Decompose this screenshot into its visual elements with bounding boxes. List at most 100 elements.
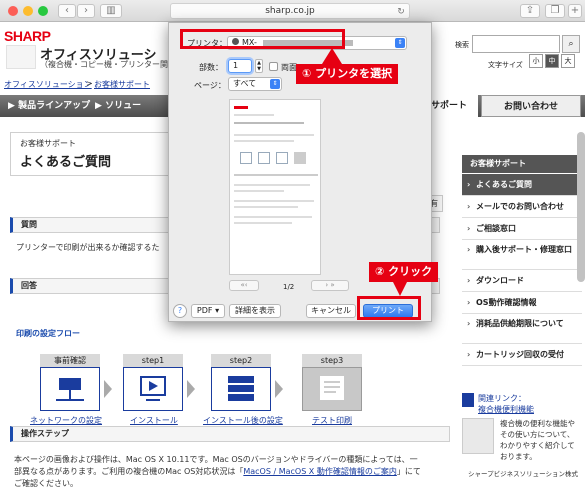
duplex-label: 両面 — [281, 63, 297, 72]
chevron-down-icon: ▾ — [215, 306, 220, 315]
pdf-menu-button[interactable]: PDF ▾ — [191, 304, 225, 318]
step-arrow-icon — [187, 380, 195, 398]
chevron-left-icon: ‹ — [65, 5, 69, 16]
preview-logo — [234, 106, 248, 109]
copies-stepper[interactable]: ▲ ▼ — [255, 59, 263, 73]
font-size-medium-button[interactable]: 中 — [545, 54, 559, 68]
macos-support-link[interactable]: MacOS / MacOS X 動作確認情報のご案内 — [243, 467, 397, 476]
ops-text-line1: 本ページの画像および操作は、Mac OS X 10.11です。Mac OSのバー… — [14, 455, 418, 464]
sidebar-item-os-info[interactable]: OS動作確認情報 — [462, 292, 582, 314]
test-print-step[interactable] — [302, 367, 362, 411]
sidebar-footer: シャープビジネスソリューション株式 — [468, 470, 578, 478]
sidebar-item-consult[interactable]: ご相談窓口 — [462, 218, 582, 240]
sidebar-item-faq[interactable]: よくあるご質問 — [462, 174, 582, 196]
question-text: プリンターで印刷が出来るか確認するた — [16, 243, 160, 252]
pages-select-value: すべて — [233, 79, 257, 88]
ops-text-line3: ご確認ください。 — [14, 479, 78, 488]
nav-contact-tab[interactable]: お問い合わせ — [481, 95, 581, 117]
forward-button[interactable]: › — [77, 4, 95, 18]
sidebar-header-label: お客様サポート — [470, 159, 526, 168]
page-indicator: 1/2 — [283, 283, 295, 291]
copies-input[interactable]: 1 — [228, 59, 252, 73]
cancel-button[interactable]: キャンセル — [306, 304, 356, 318]
network-setup-step[interactable] — [40, 367, 100, 411]
ops-header: 操作ステップ — [10, 426, 450, 442]
flow-title: 印刷の設定フロー — [16, 329, 80, 338]
font-size-small-button[interactable]: 小 — [529, 54, 543, 68]
url-text: sharp.co.jp — [265, 6, 315, 16]
sidebar-icon: ▥ — [106, 5, 116, 16]
close-window-button[interactable] — [8, 6, 18, 16]
tabs-icon: ❐ — [550, 5, 560, 16]
sidebar-item-download[interactable]: ダウンロード — [462, 270, 582, 292]
related-title: 関連リンク： — [478, 394, 526, 403]
pages-select[interactable]: すべて ⇕ — [228, 77, 282, 91]
font-size-large-button[interactable]: 大 — [561, 54, 575, 68]
help-button[interactable]: ? — [173, 304, 187, 318]
post-install-link[interactable]: インストール後の設定 — [203, 415, 283, 426]
chevron-right-icon: › — [84, 5, 88, 16]
install-icon — [140, 376, 166, 401]
network-icon — [56, 378, 84, 401]
related-thumbnail[interactable] — [462, 418, 494, 454]
print-highlight-box — [357, 296, 421, 320]
step1-header: step1 — [123, 354, 183, 367]
pages-label: ページ： — [194, 81, 226, 90]
page-scrollbar[interactable] — [577, 132, 585, 282]
ops-text-line2: 部異なる点があります。ご利用の複合機のMac OS対応状況は「MacOS / M… — [14, 466, 421, 477]
next-page-button[interactable]: › » — [311, 280, 349, 291]
printer-highlight-box — [180, 29, 345, 49]
sidebar-toggle-button[interactable]: ▥ — [100, 4, 122, 18]
print-icon — [320, 376, 344, 400]
sidebar-item-after-purchase[interactable]: 購入後サポート・修理窓口 — [462, 240, 582, 270]
chevron-updown-icon: ⇕ — [395, 38, 405, 48]
pdf-button-label: PDF — [196, 306, 213, 315]
search-button[interactable]: ⌕ — [562, 35, 580, 53]
sidebar-header: お客様サポート — [462, 155, 582, 173]
reload-button[interactable]: ↻ — [395, 6, 407, 17]
print-preview — [229, 99, 321, 275]
step-precheck-header: 事前確認 — [40, 354, 100, 367]
callout1-arrow-icon — [322, 48, 342, 64]
first-page-button[interactable]: «‹ — [229, 280, 259, 291]
sidebar-item-cartridge[interactable]: カートリッジ回収の受付 — [462, 344, 582, 366]
tabs-button[interactable]: ❐ — [545, 4, 565, 18]
sidebar-item-mail[interactable]: メールでのお問い合わせ — [462, 196, 582, 218]
new-tab-button[interactable]: + — [568, 4, 582, 18]
callout-click: ② クリック — [369, 262, 439, 282]
chevron-updown-icon: ⇕ — [270, 79, 280, 89]
step-arrow-icon — [104, 380, 112, 398]
install-link[interactable]: インストール — [130, 415, 178, 426]
related-link[interactable]: 複合機便利機能 — [478, 404, 534, 415]
browser-toolbar: ‹ › ▥ sharp.co.jp ↻ ⇪ ❐ + — [0, 0, 585, 22]
breadcrumb-support[interactable]: お客様サポート — [94, 79, 150, 90]
post-install-step[interactable] — [211, 367, 271, 411]
step2-header: step2 — [211, 354, 271, 367]
search-icon: ⌕ — [568, 39, 574, 49]
breadcrumb-office-solution[interactable]: オフィスソリューション — [4, 79, 92, 90]
sharp-logo[interactable]: SHARP — [4, 28, 51, 44]
nav-solution[interactable]: ▶ ソリュー — [95, 95, 141, 117]
copies-label: 部数： — [199, 63, 223, 72]
address-bar[interactable]: sharp.co.jp — [170, 3, 410, 19]
link-icon — [462, 393, 474, 407]
network-setup-link[interactable]: ネットワークの設定 — [30, 415, 102, 426]
callout-select-printer: ① プリンタを選択 — [296, 64, 399, 84]
plus-icon: + — [570, 5, 580, 16]
search-label: 検索 — [455, 41, 469, 49]
test-print-link[interactable]: テスト印刷 — [312, 415, 352, 426]
install-step[interactable] — [123, 367, 183, 411]
back-button[interactable]: ‹ — [58, 4, 76, 18]
minimize-window-button[interactable] — [23, 6, 33, 16]
sidebar-item-supplies[interactable]: 消耗品供給期限について — [462, 314, 582, 344]
duplex-checkbox[interactable] — [269, 62, 278, 71]
show-details-button[interactable]: 詳細を表示 — [229, 304, 281, 318]
callout2-arrow-icon — [392, 280, 408, 296]
step3-header: step3 — [302, 354, 362, 367]
search-input[interactable] — [472, 35, 560, 53]
zoom-window-button[interactable] — [38, 6, 48, 16]
breadcrumb-separator: > — [86, 79, 93, 88]
nav-product-lineup[interactable]: ▶ 製品ラインアップ — [8, 95, 90, 117]
ops-text-line2-pre: 部異なる点があります。ご利用の複合機のMac OS対応状況は「 — [14, 467, 244, 476]
share-button[interactable]: ⇪ — [520, 4, 540, 18]
